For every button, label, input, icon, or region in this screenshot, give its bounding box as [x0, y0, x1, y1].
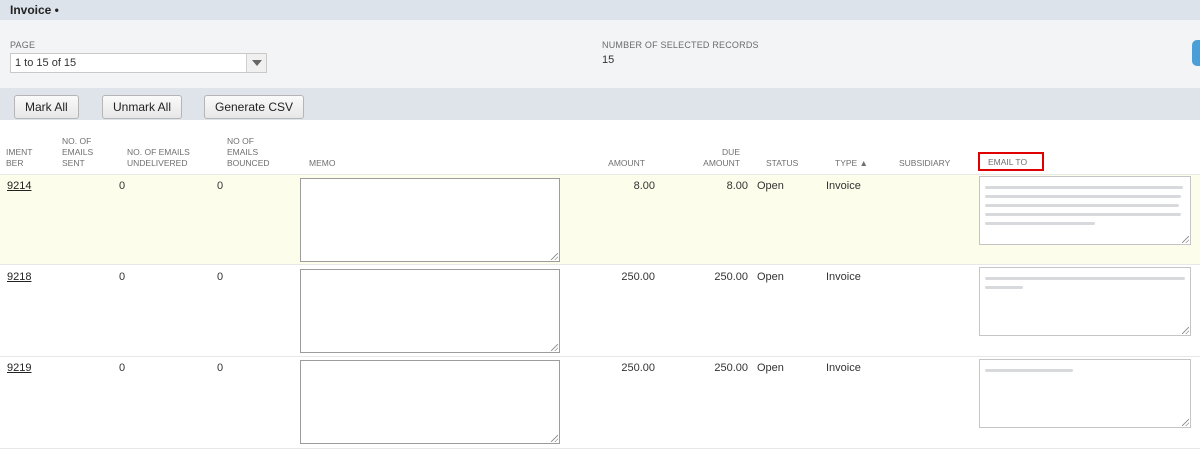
emails-sent-cell: 0	[119, 362, 126, 374]
side-panel-tab[interactable]	[1192, 40, 1200, 66]
header-document-number[interactable]: IMENT BER	[6, 147, 32, 169]
status-cell: Open	[757, 362, 784, 374]
row-divider	[0, 448, 1200, 449]
header-emails-bounced[interactable]: NO OF EMAILS BOUNCED	[227, 136, 270, 169]
header-type[interactable]: TYPE ▲	[835, 158, 868, 169]
page-select[interactable]: 1 to 15 of 15	[10, 53, 267, 73]
amount-cell: 8.00	[633, 180, 655, 192]
header-email-to[interactable]: EMAIL TO	[978, 152, 1044, 171]
memo-textarea[interactable]	[300, 178, 560, 262]
selected-records-label: NUMBER OF SELECTED RECORDS	[602, 40, 759, 50]
emails-sent-cell: 0	[119, 180, 126, 192]
resize-grip-icon[interactable]	[551, 435, 558, 442]
emails-bounced-cell: 0	[217, 362, 224, 374]
email-to-textarea[interactable]	[979, 359, 1191, 428]
emails-bounced-cell: 0	[217, 271, 224, 283]
type-cell: Invoice	[826, 362, 861, 374]
memo-textarea[interactable]	[300, 269, 560, 353]
header-emails-undelivered[interactable]: NO. OF EMAILS UNDELIVERED	[127, 147, 190, 169]
amount-due-cell: 250.00	[714, 362, 748, 374]
selected-records-count: 15	[602, 54, 615, 66]
header-status[interactable]: STATUS	[766, 158, 798, 169]
type-cell: Invoice	[826, 180, 861, 192]
email-to-textarea[interactable]	[979, 267, 1191, 336]
page-label: PAGE	[10, 40, 36, 50]
unmark-all-button[interactable]: Unmark All	[102, 95, 183, 119]
document-number-link[interactable]: 9219	[7, 362, 31, 374]
resize-grip-icon[interactable]	[1182, 236, 1189, 243]
type-cell: Invoice	[826, 271, 861, 283]
amount-due-cell: 8.00	[726, 180, 748, 192]
amount-cell: 250.00	[621, 271, 655, 283]
header-memo[interactable]: MEMO	[309, 158, 335, 169]
page-title: Invoice •	[10, 3, 59, 17]
document-number-link[interactable]: 9214	[7, 180, 31, 192]
emails-sent-cell: 0	[119, 271, 126, 283]
emails-bounced-cell: 0	[217, 180, 224, 192]
status-cell: Open	[757, 180, 784, 192]
page-select-value: 1 to 15 of 15	[15, 57, 77, 69]
mark-all-button[interactable]: Mark All	[14, 95, 79, 119]
resize-grip-icon[interactable]	[1182, 419, 1189, 426]
document-number-link[interactable]: 9218	[7, 271, 31, 283]
header-subsidiary[interactable]: SUBSIDIARY	[899, 158, 950, 169]
email-to-textarea[interactable]	[979, 176, 1191, 245]
amount-cell: 250.00	[621, 362, 655, 374]
title-bar: Invoice •	[0, 0, 1200, 20]
chevron-down-icon[interactable]	[246, 54, 266, 72]
resize-grip-icon[interactable]	[1182, 327, 1189, 334]
header-emails-sent[interactable]: NO. OF EMAILS SENT	[62, 136, 93, 169]
generate-csv-button[interactable]: Generate CSV	[204, 95, 305, 119]
amount-due-cell: 250.00	[714, 271, 748, 283]
status-cell: Open	[757, 271, 784, 283]
resize-grip-icon[interactable]	[551, 253, 558, 260]
header-amount-due[interactable]: DUE AMOUNT	[680, 147, 740, 169]
resize-grip-icon[interactable]	[551, 344, 558, 351]
header-amount[interactable]: AMOUNT	[585, 158, 645, 169]
memo-textarea[interactable]	[300, 360, 560, 444]
